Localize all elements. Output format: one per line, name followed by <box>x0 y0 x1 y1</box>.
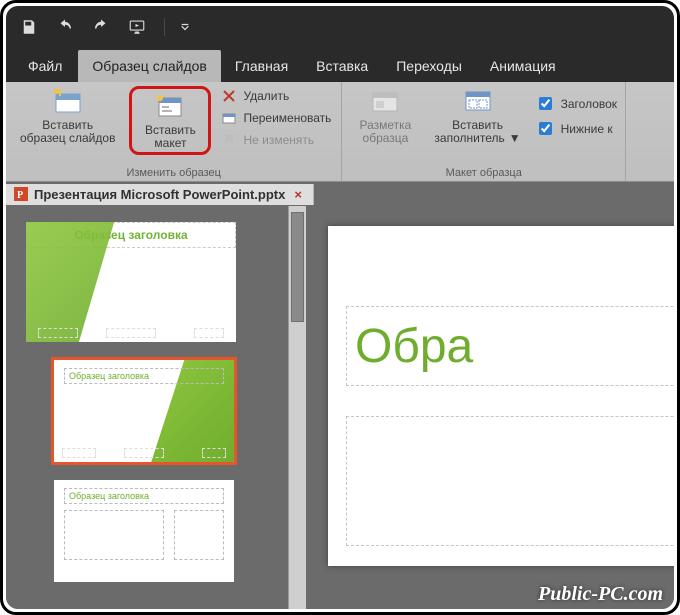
layout-thumbnail-1[interactable]: Образец заголовка <box>54 360 234 462</box>
ribbon-group-edit-master: Вставить образец слайдов <box>6 82 342 181</box>
tab-file[interactable]: Файл <box>12 50 78 82</box>
tab-insert[interactable]: Вставка <box>302 50 382 82</box>
master-layout-button: Разметка образца <box>350 86 420 147</box>
tab-home[interactable]: Главная <box>221 50 302 82</box>
slide-title-text: Обра <box>355 319 473 374</box>
insert-placeholder-icon <box>462 88 494 116</box>
insert-slide-master-button[interactable]: Вставить образец слайдов <box>14 86 121 147</box>
present-from-start-icon[interactable] <box>126 16 148 38</box>
ribbon-tabstrip: Файл Образец слайдов Главная Вставка Пер… <box>6 48 674 82</box>
document-filename: Презентация Microsoft PowerPoint.pptx <box>34 187 285 202</box>
qat-separator <box>164 18 165 36</box>
rename-label: Переименовать <box>243 111 331 125</box>
insert-layout-button[interactable]: Вставить макет <box>134 91 206 152</box>
preserve-label: Не изменять <box>243 133 314 147</box>
slide-master-icon <box>52 88 84 116</box>
title-bar <box>6 6 674 48</box>
master-layout-icon <box>369 88 401 116</box>
watermark: Public-PC.com <box>538 583 663 606</box>
group-master-layout-label: Макет образца <box>446 165 522 179</box>
insert-layout-label2: макет <box>154 137 186 150</box>
document-tab[interactable]: P Презентация Microsoft PowerPoint.pptx … <box>6 184 314 205</box>
title-checkbox[interactable]: Заголовок <box>535 92 617 115</box>
thumbnail-scroll-thumb[interactable] <box>291 212 304 322</box>
work-area: Образец заголовка Образец заголовка Обра… <box>6 206 674 609</box>
document-close-button[interactable]: × <box>291 187 305 202</box>
tab-slide-master[interactable]: Образец слайдов <box>78 50 220 82</box>
slide-title-placeholder[interactable]: Обра <box>346 306 674 386</box>
svg-text:P: P <box>17 190 23 201</box>
layout1-title-placeholder: Образец заголовка <box>64 368 224 384</box>
ribbon-group-master-layout: Разметка образца Вставить запо <box>342 82 626 181</box>
insert-placeholder-button[interactable]: Вставить заполнитель ▼ <box>428 86 526 147</box>
undo-icon[interactable] <box>54 16 76 38</box>
delete-icon <box>221 88 237 104</box>
layout-icon <box>154 93 186 121</box>
slide-canvas[interactable]: Обра <box>306 206 674 609</box>
footers-checkbox-label: Нижние к <box>561 122 613 136</box>
rename-icon <box>221 110 237 126</box>
slide-master-thumbnail[interactable]: Образец заголовка <box>26 222 236 342</box>
thumbnail-pane[interactable]: Образец заголовка Образец заголовка Обра… <box>6 206 306 609</box>
redo-icon[interactable] <box>90 16 112 38</box>
insert-slide-master-label2: образец слайдов <box>20 132 115 145</box>
ribbon: Вставить образец слайдов <box>6 82 674 182</box>
insert-placeholder-label2: заполнитель <box>434 132 504 145</box>
tab-animations[interactable]: Анимация <box>476 50 570 82</box>
layout-thumbnail-2[interactable]: Образец заголовка <box>54 480 234 582</box>
chevron-down-icon: ▼ <box>509 132 521 145</box>
tab-transitions[interactable]: Переходы <box>382 50 476 82</box>
customize-qat-icon[interactable] <box>179 16 191 38</box>
delete-button[interactable]: Удалить <box>219 86 333 106</box>
delete-label: Удалить <box>243 89 289 103</box>
thumbnail-scrollbar[interactable] <box>288 206 306 609</box>
rename-button[interactable]: Переименовать <box>219 108 333 128</box>
footers-checkbox-input[interactable] <box>539 122 552 135</box>
footers-checkbox[interactable]: Нижние к <box>535 117 617 140</box>
slide-content-placeholder[interactable] <box>346 416 674 546</box>
master-layout-label2: образца <box>363 132 409 145</box>
preserve-button: Не изменять <box>219 130 333 150</box>
save-icon[interactable] <box>18 16 40 38</box>
group-edit-master-label: Изменить образец <box>126 165 221 179</box>
powerpoint-file-icon: P <box>14 187 28 201</box>
preserve-icon <box>221 132 237 148</box>
title-checkbox-input[interactable] <box>539 97 552 110</box>
layout2-title-placeholder: Образец заголовка <box>64 488 224 504</box>
insert-layout-highlight: Вставить макет <box>129 86 211 155</box>
title-checkbox-label: Заголовок <box>561 97 617 111</box>
slide[interactable]: Обра <box>328 226 674 566</box>
document-tab-bar: P Презентация Microsoft PowerPoint.pptx … <box>6 182 674 206</box>
